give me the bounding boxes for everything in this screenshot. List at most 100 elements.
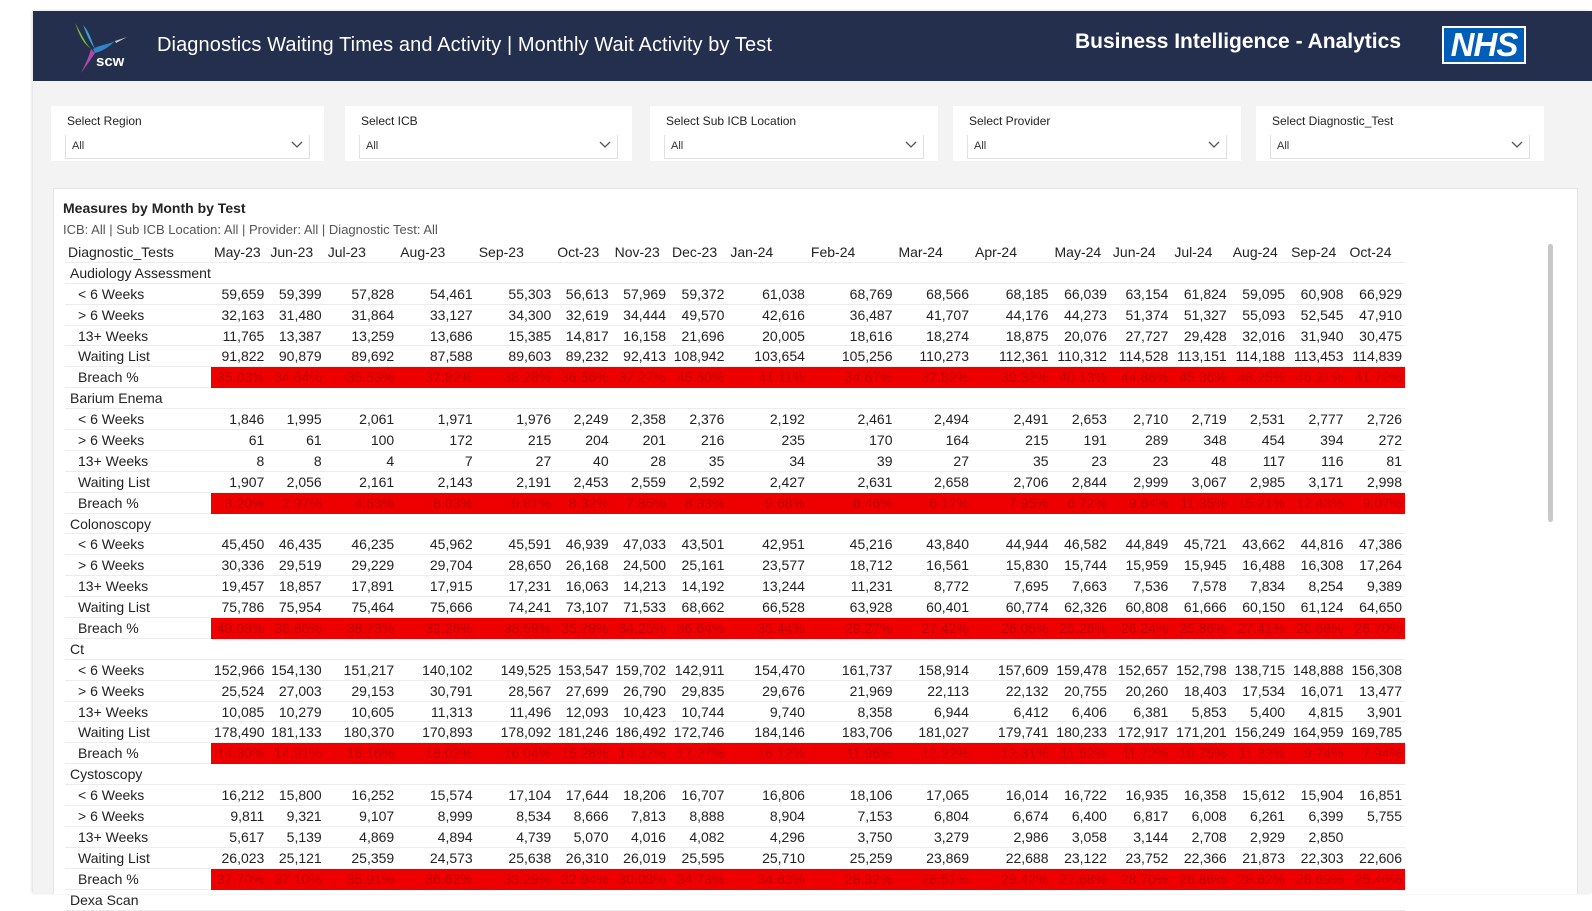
column-header-month[interactable]: Aug-24 (1229, 242, 1289, 263)
diagnostic-test-dropdown[interactable]: All (1270, 135, 1530, 159)
value-cell: 59,659 (210, 283, 268, 305)
value-cell: 159,702 (611, 659, 669, 681)
empty-cell (668, 262, 728, 284)
value-cell: 11,496 (475, 701, 555, 723)
value-cell: 179,741 (971, 721, 1052, 744)
sub-icb-dropdown[interactable]: All (664, 135, 924, 159)
column-header-month[interactable]: Jul-24 (1171, 242, 1230, 263)
breach-value-cell: 6.17% (895, 492, 972, 514)
breach-value-cell: 11.96% (807, 742, 896, 765)
column-header-month[interactable]: Jun-23 (267, 242, 325, 263)
value-cell: 27 (475, 450, 555, 472)
value-cell: 20,005 (727, 325, 808, 347)
value-cell: 26,790 (611, 680, 669, 702)
breach-value-cell: 16.04% (475, 742, 555, 765)
value-cell: 180,370 (324, 721, 398, 744)
column-header-month[interactable]: Mar-24 (895, 242, 972, 263)
value-cell: 44,816 (1288, 533, 1347, 556)
breach-value-cell: 14.37% (611, 742, 669, 765)
empty-cell (1171, 763, 1230, 786)
value-cell: 25,259 (807, 847, 896, 869)
value-cell: 2,427 (727, 471, 808, 493)
column-header-month[interactable]: Dec-23 (668, 242, 728, 263)
provider-dropdown[interactable]: All (967, 135, 1227, 159)
value-cell: 16,014 (971, 784, 1052, 807)
value-cell: 48 (1171, 450, 1230, 472)
value-cell: 6,381 (1109, 701, 1172, 723)
breach-value-cell: 34.73% (668, 868, 728, 890)
measure-label: Waiting List (65, 345, 211, 368)
breach-value-cell: 29.42% (971, 868, 1052, 890)
breach-value-cell: 7.85% (611, 492, 669, 514)
breach-value-cell: 7.95% (971, 492, 1052, 514)
empty-cell (267, 262, 325, 284)
value-cell: 46,582 (1051, 533, 1110, 556)
value-cell: 31,940 (1288, 325, 1347, 347)
value-cell: 16,212 (210, 784, 268, 807)
test-group-row: Cystoscopy (65, 763, 1405, 786)
value-cell: 4,869 (324, 826, 398, 848)
logo-text: SCW (96, 53, 125, 70)
column-header-month[interactable]: Aug-23 (397, 242, 476, 263)
value-cell: 181,133 (267, 721, 325, 744)
column-header-month[interactable]: Nov-23 (611, 242, 669, 263)
column-header-month[interactable]: Jun-24 (1109, 242, 1172, 263)
column-header-month[interactable]: Feb-24 (807, 242, 896, 263)
value-cell: 3,144 (1109, 826, 1172, 848)
column-header-month[interactable]: Sep-24 (1288, 242, 1347, 263)
region-dropdown[interactable]: All (65, 135, 310, 159)
vertical-scrollbar[interactable] (1548, 244, 1553, 522)
value-cell: 100 (324, 429, 398, 451)
breach-value-cell: 9.68% (727, 492, 808, 514)
value-cell: 10,085 (210, 701, 268, 723)
column-header-month[interactable]: Jan-24 (727, 242, 808, 263)
measure-row: Waiting List 178,490 181,133 180,370 170,893… (65, 721, 1405, 744)
breach-value-cell: 25.26% (1051, 617, 1110, 639)
value-cell: 1,976 (475, 408, 555, 431)
value-cell: 10,605 (324, 701, 398, 723)
value-cell: 2,494 (895, 408, 972, 431)
value-cell: 34,300 (475, 304, 555, 326)
column-header-month[interactable]: Apr-24 (971, 242, 1052, 263)
value-cell: 68,566 (895, 283, 972, 305)
column-header-month[interactable]: Oct-23 (554, 242, 612, 263)
column-header-month[interactable]: Jul-23 (324, 242, 398, 263)
provider-slicer: Select Provider All (953, 106, 1241, 161)
value-cell: 13,387 (267, 325, 325, 347)
value-cell: 21,696 (668, 325, 728, 347)
breach-value-cell: 11.72% (1109, 742, 1172, 765)
column-header-month[interactable]: May-24 (1051, 242, 1110, 263)
value-cell: 16,561 (895, 554, 972, 577)
column-header-month[interactable]: Oct-24 (1346, 242, 1405, 263)
empty-cell (727, 763, 808, 786)
empty-cell (397, 889, 476, 911)
empty-cell (1288, 763, 1347, 786)
value-cell: 18,857 (267, 575, 325, 598)
value-cell: 15,800 (267, 784, 325, 807)
value-cell: 89,232 (554, 345, 612, 368)
value-cell: 5,617 (210, 826, 268, 848)
value-cell: 2,710 (1109, 408, 1172, 431)
value-cell: 51,327 (1171, 304, 1230, 326)
value-cell: 8,534 (475, 805, 555, 827)
value-cell: 21,969 (807, 680, 896, 702)
icb-dropdown[interactable]: All (359, 135, 618, 159)
value-cell: 8,999 (397, 805, 476, 827)
value-cell: 18,274 (895, 325, 972, 347)
value-cell: 16,063 (554, 575, 612, 598)
value-cell: 66,929 (1346, 283, 1405, 305)
value-cell: 215 (475, 429, 555, 451)
test-group-label: Colonoscopy (65, 513, 211, 535)
value-cell: 90,879 (267, 345, 325, 368)
empty-cell (971, 387, 1052, 410)
value-cell: 6,008 (1171, 805, 1230, 827)
column-header-diagnostic-tests[interactable]: Diagnostic_Tests (65, 242, 211, 263)
breach-value-cell: 36.56% (554, 366, 612, 389)
column-header-month[interactable]: May-23 (210, 242, 268, 263)
value-cell: 4,296 (727, 826, 808, 848)
value-cell: 89,692 (324, 345, 398, 368)
measure-label: Waiting List (65, 721, 211, 744)
column-header-month[interactable]: Sep-23 (475, 242, 555, 263)
test-group-row: Ct (65, 638, 1405, 660)
value-cell: 3,750 (807, 826, 896, 848)
